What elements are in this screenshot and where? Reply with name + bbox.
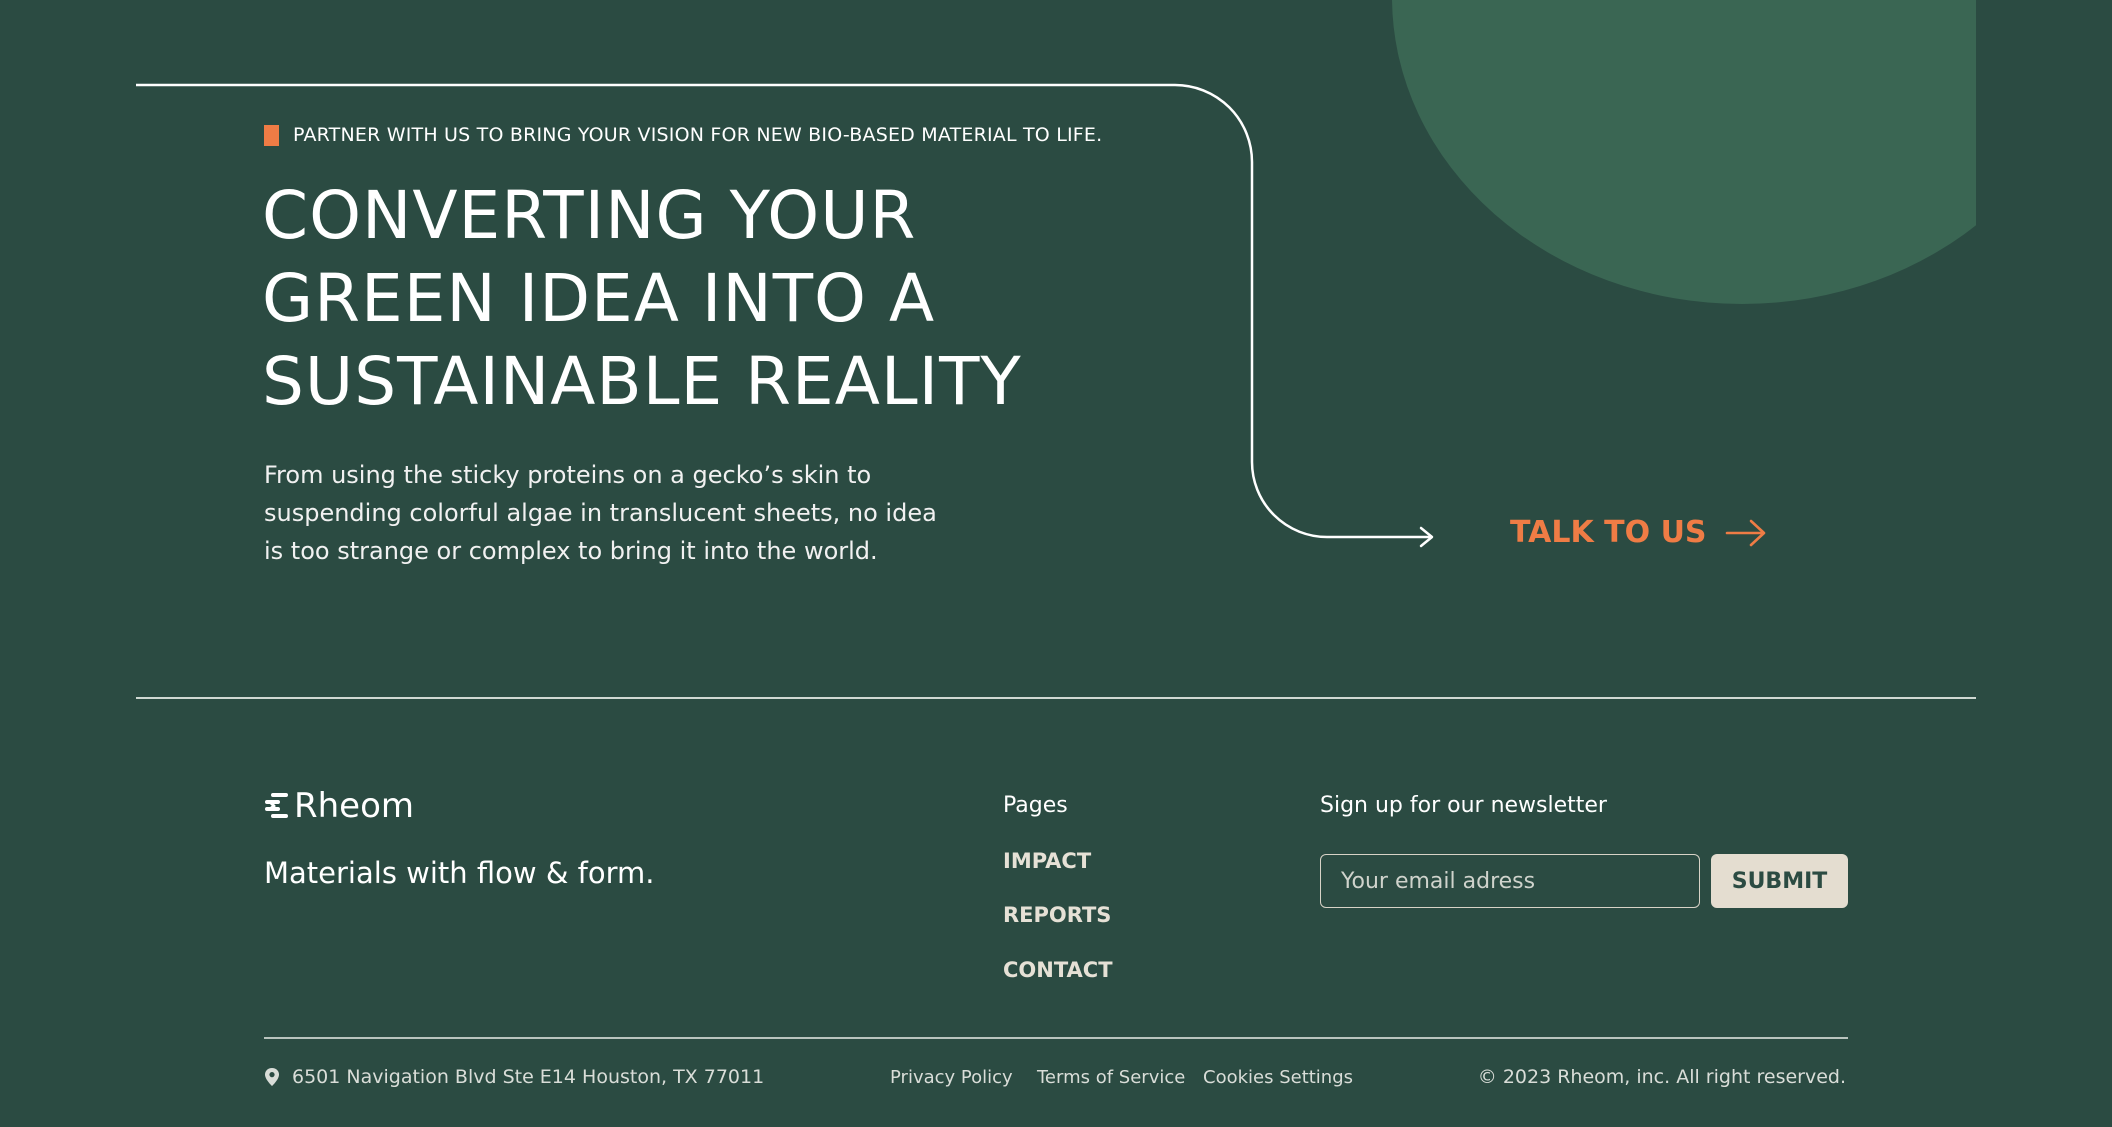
hero-intro: From using the sticky proteins on a geck…	[264, 456, 954, 570]
map-pin-icon	[265, 1068, 279, 1086]
address: 6501 Navigation Blvd Ste E14 Houston, TX…	[264, 1066, 764, 1088]
pages-heading: Pages	[1003, 793, 1068, 818]
decorative-circle	[1392, 0, 1976, 304]
eyebrow-marker	[264, 124, 279, 146]
footer-tagline: Materials with flow & form.	[264, 856, 655, 890]
newsletter-heading: Sign up for our newsletter	[1320, 793, 1607, 818]
hero-headline-line: GREEN IDEA INTO A	[262, 260, 936, 337]
hero-eyebrow: PARTNER WITH US TO BRING YOUR VISION FOR…	[264, 124, 1102, 146]
footer-nav-impact[interactable]: IMPACT	[1003, 849, 1091, 873]
talk-to-us-link[interactable]: TALK TO US	[1510, 515, 1767, 550]
brand-name: Rheom	[294, 786, 415, 826]
section-divider	[136, 697, 1976, 699]
rheom-logo-mark-icon	[265, 793, 288, 818]
hero-headline-line: CONVERTING YOUR	[262, 177, 917, 254]
hero-headline-line: SUSTAINABLE REALITY	[262, 343, 1022, 420]
hero-headline: CONVERTING YOUR GREEN IDEA INTO A SUSTAI…	[262, 174, 1082, 423]
hero-intro-line: suspending colorful algae in translucent…	[264, 499, 937, 527]
copyright: © 2023 Rheom, inc. All right reserved.	[1477, 1066, 1846, 1088]
footer-logo[interactable]: Rheom	[264, 786, 414, 826]
cta-label: TALK TO US	[1510, 515, 1707, 550]
submit-button[interactable]: SUBMIT	[1711, 854, 1848, 908]
terms-of-service-link[interactable]: Terms of Service	[1037, 1067, 1185, 1088]
privacy-policy-link[interactable]: Privacy Policy	[890, 1067, 1013, 1088]
footer-nav-contact[interactable]: CONTACT	[1003, 958, 1113, 982]
cookies-settings-link[interactable]: Cookies Settings	[1203, 1067, 1353, 1088]
footer-nav-reports[interactable]: REPORTS	[1003, 903, 1111, 927]
arrow-right-icon	[1725, 519, 1765, 546]
hero-eyebrow-text: PARTNER WITH US TO BRING YOUR VISION FOR…	[293, 124, 1103, 146]
footer-divider	[264, 1037, 1848, 1039]
address-text: 6501 Navigation Blvd Ste E14 Houston, TX…	[292, 1066, 765, 1088]
hero-intro-line: From using the sticky proteins on a geck…	[264, 461, 872, 489]
hero-intro-line: is too strange or complex to bring it in…	[264, 537, 878, 565]
email-input[interactable]	[1320, 854, 1700, 908]
